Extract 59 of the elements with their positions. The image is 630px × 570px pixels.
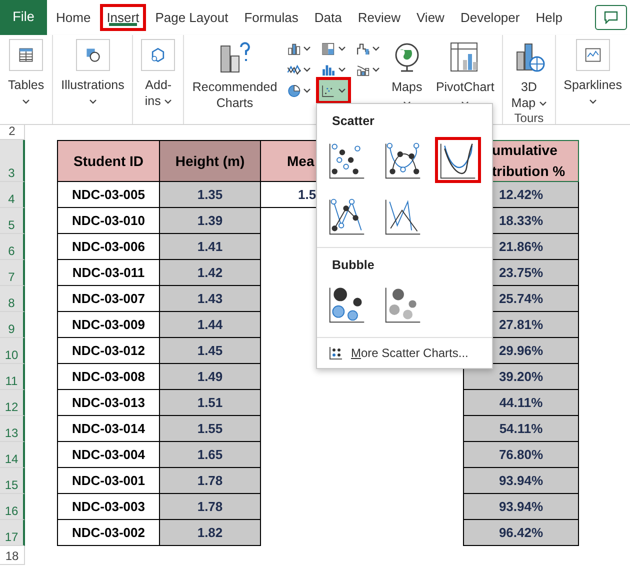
row-header[interactable]: 14	[0, 442, 25, 468]
ribbon-button[interactable]: Add- ins	[137, 35, 180, 124]
table-cell: 1.42	[160, 260, 261, 286]
menu-section-title: Scatter	[331, 113, 376, 130]
row-header[interactable]: 8	[0, 286, 25, 312]
table-cell: 1.44	[160, 312, 261, 338]
table-cell: 96.42%	[463, 520, 579, 546]
row-header[interactable]: 12	[0, 390, 25, 416]
table-cell: 1.45	[160, 338, 261, 364]
table-cell: 1.78	[160, 494, 261, 520]
row-header[interactable]: 7	[0, 260, 25, 286]
ribbon-tab[interactable]: Help	[528, 4, 570, 31]
ribbon-tab[interactable]: Home	[49, 4, 98, 31]
ribbon-tab[interactable]: Review	[350, 4, 408, 31]
table-cell: 1.82	[160, 520, 261, 546]
ribbon-tab[interactable]: View	[410, 4, 452, 31]
ribbon-button[interactable]: Recommended Charts	[188, 35, 282, 124]
row-header[interactable]: 10	[0, 338, 25, 364]
row-header[interactable]: 13	[0, 416, 25, 442]
row-header[interactable]: 17	[0, 520, 25, 546]
table-cell: 54.11%	[463, 416, 579, 442]
table-cell: 1.78	[160, 468, 261, 494]
table-cell: 1.39	[160, 208, 261, 234]
table-cell: 44.11%	[463, 390, 579, 416]
table-cell: 1.35	[160, 182, 261, 208]
row-header[interactable]: 9	[0, 312, 25, 338]
ribbon-tab[interactable]: Page Layout	[148, 4, 236, 31]
group-label: Tours	[513, 111, 545, 127]
table-cell: 76.80%	[463, 442, 579, 468]
file-tab[interactable]: File	[0, 0, 47, 35]
ribbon-tab[interactable]: Developer	[453, 4, 527, 31]
ribbon-tab[interactable]: Insert	[100, 4, 146, 31]
ribbon-button[interactable]: Illustrations	[57, 35, 128, 124]
table-cell: 1.55	[160, 416, 261, 442]
table-cell: 39.20%	[463, 364, 579, 390]
row-header[interactable]: 15	[0, 468, 25, 494]
column-header: Student ID	[57, 140, 160, 182]
row-header[interactable]: 4	[0, 182, 25, 208]
table-cell: 1.65	[160, 442, 261, 468]
menu-section-title: Bubble	[331, 256, 376, 274]
table-cell: 1.41	[160, 234, 261, 260]
table-cell: 1.49	[160, 364, 261, 390]
table-cell: 93.94%	[463, 494, 579, 520]
row-header[interactable]: 16	[0, 494, 25, 520]
ribbon-button[interactable]: Sparklines	[560, 35, 626, 124]
row-header[interactable]: 3	[0, 140, 25, 182]
row-header[interactable]: 2	[0, 125, 25, 140]
row-header[interactable]: 5	[0, 208, 25, 234]
ribbon-tab[interactable]: Formulas	[237, 4, 306, 31]
ribbon-button[interactable]: Tables	[4, 35, 48, 124]
row-header[interactable]: 11	[0, 364, 25, 390]
row-header[interactable]: 6	[0, 234, 25, 260]
ribbon-tab[interactable]: Data	[307, 4, 349, 31]
row-header[interactable]: 18	[0, 546, 25, 565]
column-header: Height (m)	[160, 140, 261, 182]
ribbon-button[interactable]: 3D Map	[507, 35, 551, 111]
table-cell: 1.51	[160, 390, 261, 416]
table-cell: 93.94%	[463, 468, 579, 494]
table-cell: 1.43	[160, 286, 261, 312]
